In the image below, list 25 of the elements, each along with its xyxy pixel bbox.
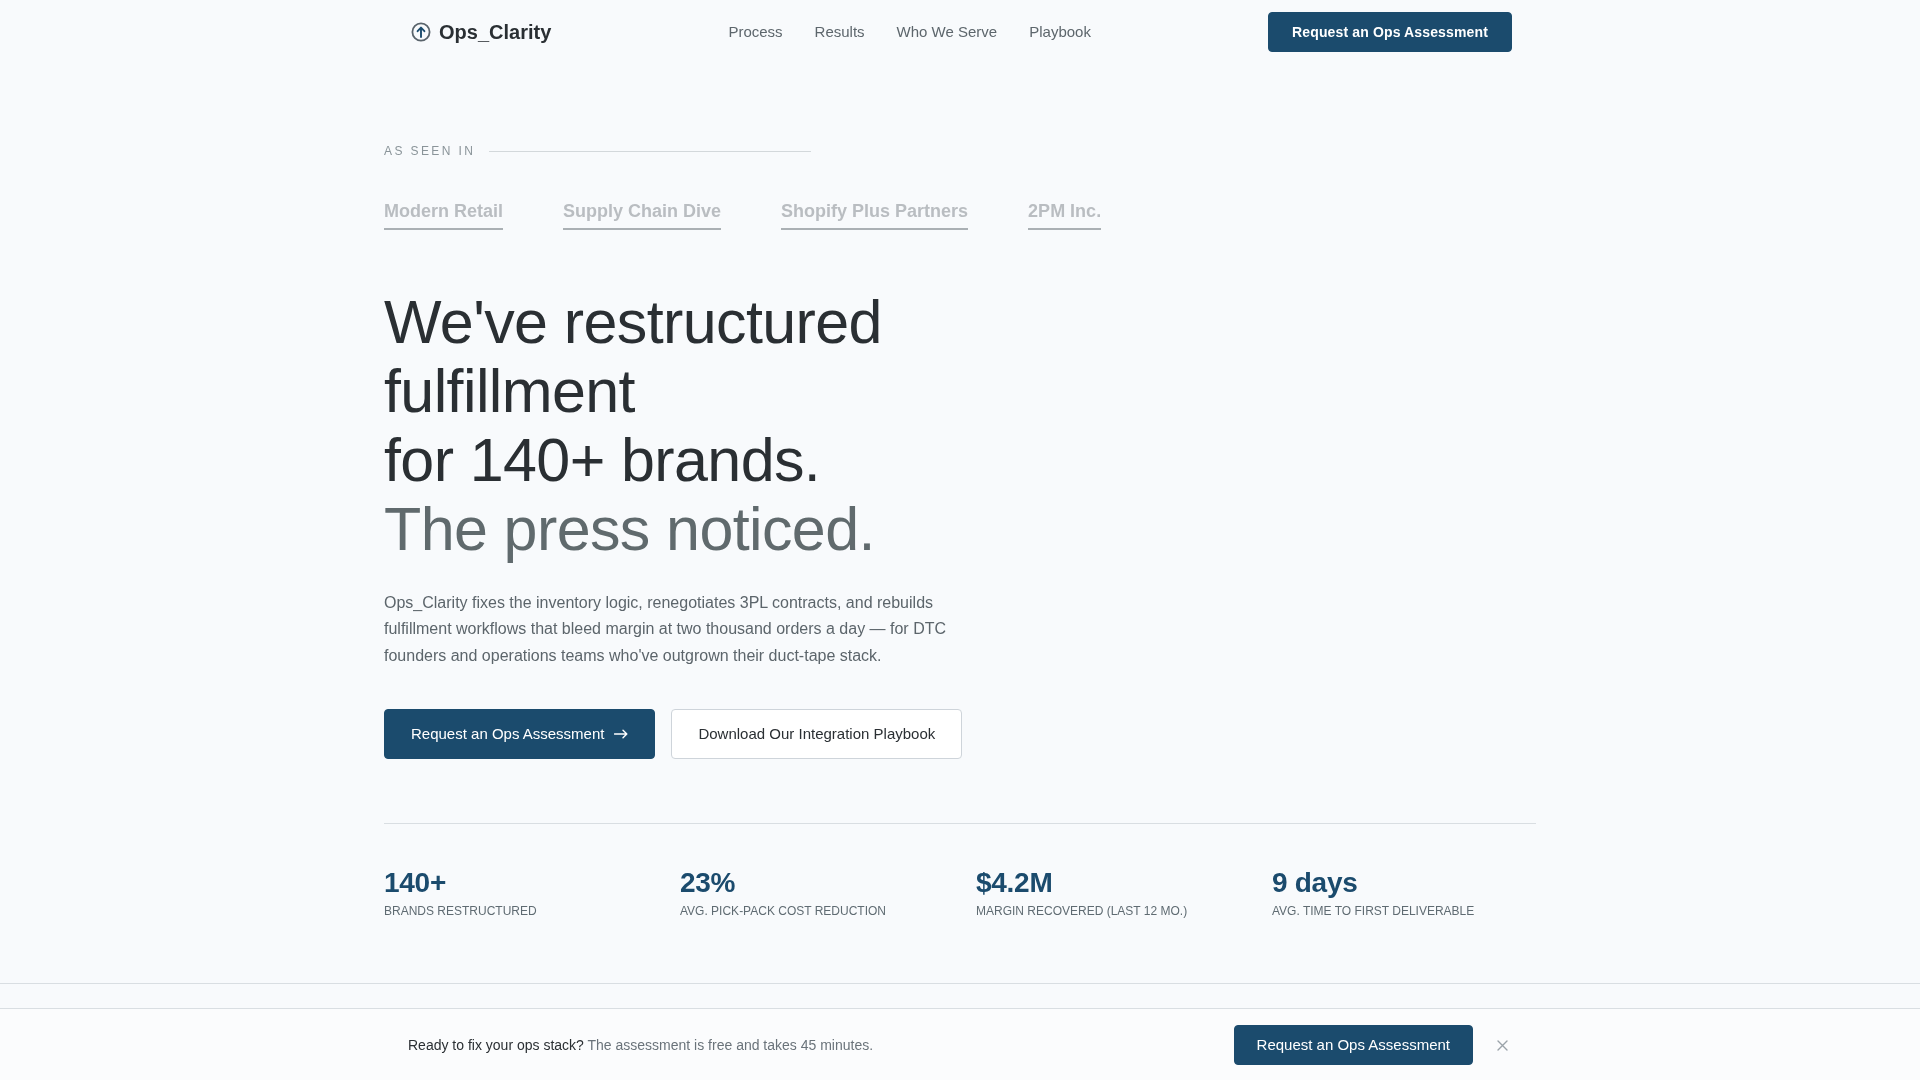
- intro-paragraph: Ops_Clarity fixes the inventory logic, renegotiates 3PL contracts, and rebuilds fulfillment workflows that bleed margin at two thousand orders a day — for DTC founders and operations teams who've outgrown their duct-tape stack.: [384, 593, 948, 666]
- request-assessment-button[interactable]: Request an Ops Assessment: [1268, 12, 1512, 52]
- close-icon: [1497, 1039, 1508, 1051]
- stat-value: 140+: [384, 866, 447, 901]
- stat-value: $4.2M: [976, 866, 1054, 901]
- nav-link[interactable]: Process: [728, 22, 783, 42]
- nav-link[interactable]: Results: [814, 22, 865, 42]
- section-label: AS SEEN IN: [384, 143, 476, 160]
- nav-link[interactable]: Playbook: [1029, 22, 1091, 42]
- request-assessment-button[interactable]: Request an Ops Assessment: [1233, 1025, 1473, 1065]
- stat-label: BRANDS RESTRUCTURED: [384, 903, 538, 920]
- brand-name: Ops_Clarity: [439, 20, 552, 44]
- arrow-right-icon: [614, 729, 629, 740]
- stat-label: AVG. TIME TO FIRST DELIVERABLE: [1272, 903, 1476, 920]
- headline-subtext: The press noticed.: [384, 495, 876, 564]
- cta-message: Ready to fix your ops stack? The assessment is free and takes 45 minutes.: [408, 1035, 874, 1055]
- stat-value: 9 days: [1272, 866, 1359, 901]
- headline-text: for 140+ brands.: [384, 426, 822, 495]
- download-playbook-button[interactable]: Download Our Integration Playbook: [671, 709, 963, 760]
- nav-link[interactable]: Who We Serve: [896, 22, 998, 42]
- request-assessment-button[interactable]: Request an Ops Assessment: [384, 709, 656, 760]
- stat-value: 23%: [680, 866, 737, 901]
- stat-label: AVG. PICK-PACK COST REDUCTION: [680, 903, 888, 920]
- arrow-circle-icon: [411, 22, 431, 42]
- stat-label: MARGIN RECOVERED (LAST 12 MO.): [976, 903, 1189, 920]
